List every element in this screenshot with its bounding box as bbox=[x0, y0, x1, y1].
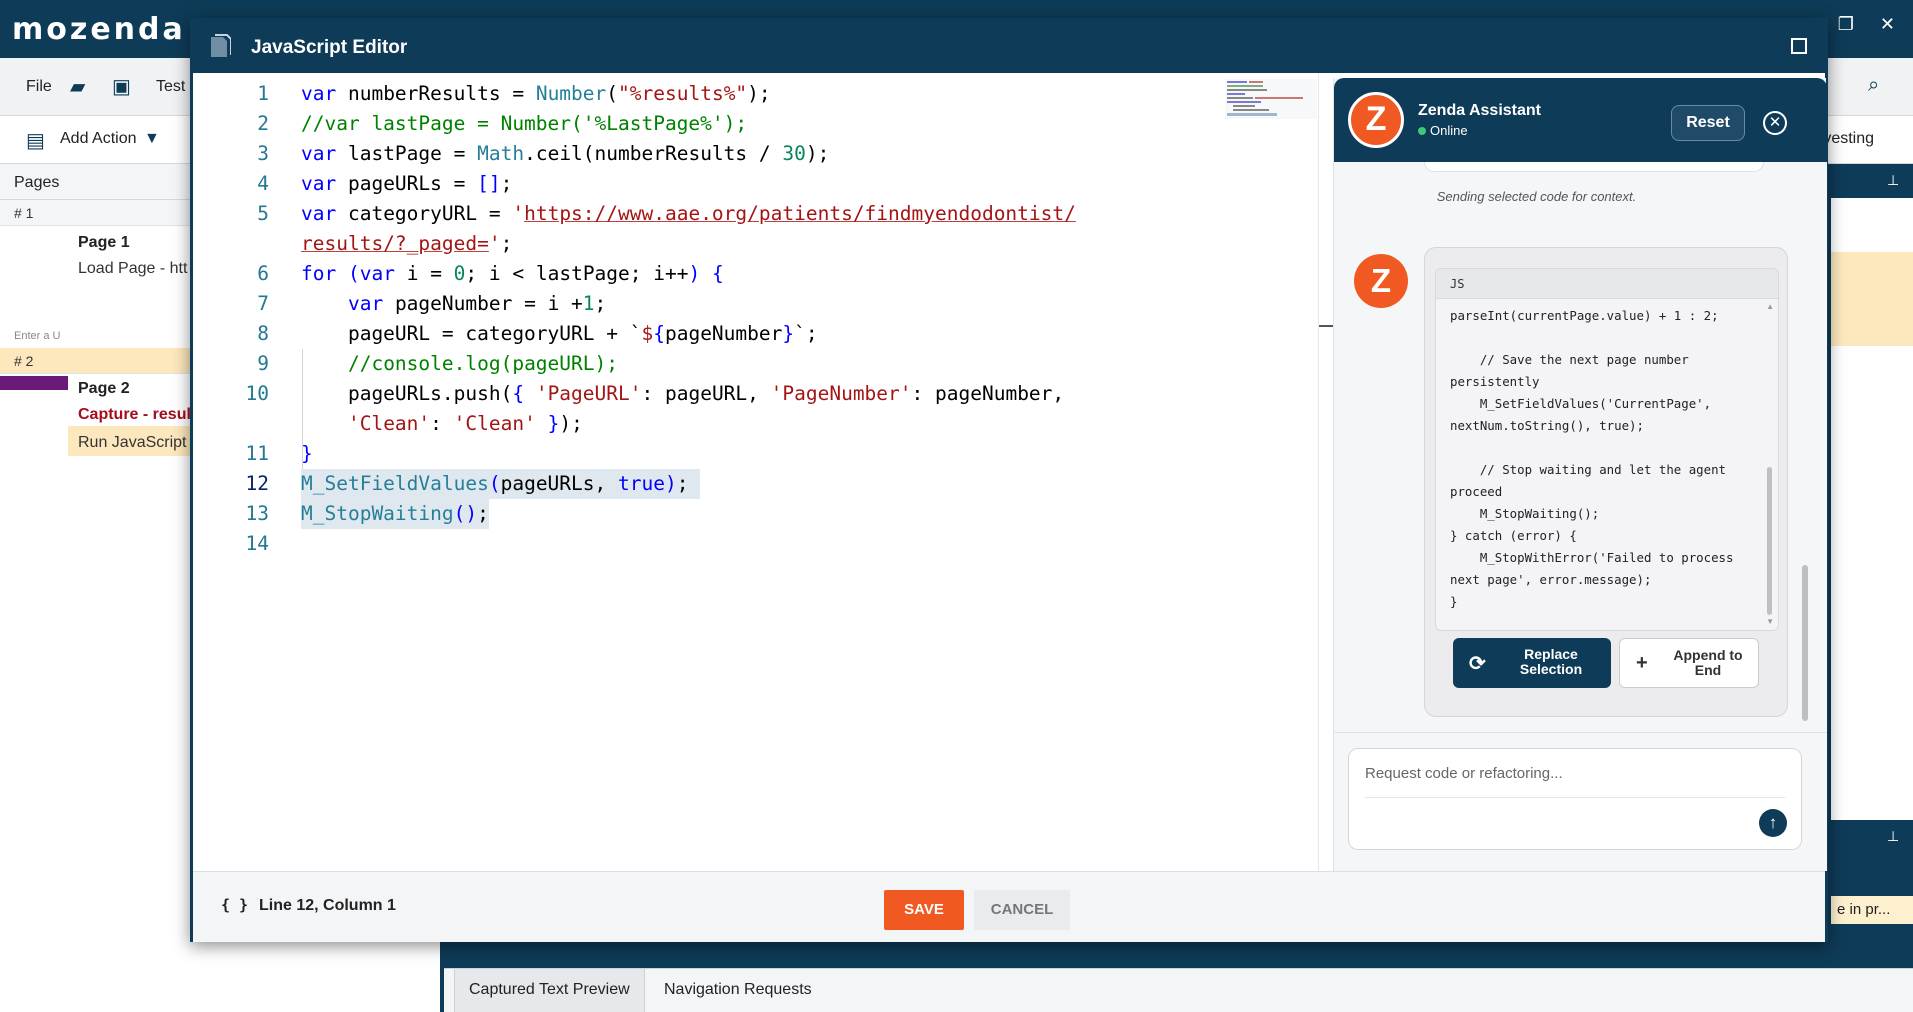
capture-action[interactable]: Capture - resul bbox=[78, 406, 191, 424]
page-action[interactable]: Load Page - htt bbox=[78, 260, 187, 278]
code-line-wrap[interactable]: results/?_paged='; bbox=[193, 229, 1293, 259]
code-line[interactable]: 9 //console.log(pageURL); bbox=[193, 349, 1293, 379]
online-status-dot bbox=[1418, 127, 1426, 135]
assistant-avatar: Z bbox=[1348, 92, 1404, 148]
editor-divider bbox=[1318, 73, 1319, 871]
assistant-message-bubble: JS parseInt(currentPage.value) + 1 : 2; … bbox=[1424, 247, 1788, 717]
add-action-button[interactable]: Add Action bbox=[60, 130, 137, 148]
code-line[interactable]: 11} bbox=[193, 439, 1293, 469]
add-action-icon: ▤ bbox=[26, 130, 45, 152]
code-lines[interactable]: 1 var numberResults = Number("%results%")… bbox=[193, 79, 1293, 559]
code-line[interactable]: 1 var numberResults = Number("%results%")… bbox=[193, 79, 1293, 109]
replace-selection-button[interactable]: ⟳ Replace Selection bbox=[1453, 638, 1611, 688]
assistant-scroll-thumb[interactable] bbox=[1802, 565, 1808, 721]
code-line[interactable]: 3 var lastPage = Math.ceil(numberResults … bbox=[193, 139, 1293, 169]
braces-icon: { } bbox=[221, 896, 249, 914]
snippet-scroll-thumb[interactable] bbox=[1767, 467, 1772, 615]
replace-selection-label: Replace Selection bbox=[1519, 646, 1583, 677]
dropdown-arrow-icon[interactable]: ▼ bbox=[144, 130, 160, 148]
menu-test[interactable]: Test bbox=[156, 78, 185, 96]
code-line[interactable]: 4 var pageURLs = []; bbox=[193, 169, 1293, 199]
scroll-down-icon[interactable]: ▼ bbox=[1766, 617, 1774, 626]
restore-icon[interactable]: ❐ bbox=[1838, 14, 1854, 35]
close-icon[interactable]: ✕ bbox=[1763, 111, 1787, 135]
pin-icon[interactable]: ⊥ bbox=[1831, 820, 1913, 854]
dialog-title: JavaScript Editor bbox=[251, 37, 408, 58]
code-snippet[interactable]: parseInt(currentPage.value) + 1 : 2; // … bbox=[1450, 305, 1760, 613]
page-title[interactable]: Page 1 bbox=[78, 234, 130, 252]
tab-navigation-requests[interactable]: Navigation Requests bbox=[650, 969, 826, 1012]
assistant-messages[interactable]: Sending selected code for context. Z JS … bbox=[1334, 162, 1827, 732]
code-suggestion-card[interactable]: JS parseInt(currentPage.value) + 1 : 2; … bbox=[1435, 268, 1779, 631]
dialog-titlebar: JavaScript Editor bbox=[193, 21, 1825, 73]
reset-button[interactable]: Reset bbox=[1671, 105, 1745, 141]
code-line[interactable]: 7 var pageNumber = i +1; bbox=[193, 289, 1293, 319]
input-divider bbox=[1365, 797, 1785, 798]
message-avatar: Z bbox=[1354, 254, 1408, 308]
code-line[interactable]: 14 bbox=[193, 529, 1293, 559]
append-to-end-label: Append to End bbox=[1673, 647, 1743, 678]
scroll-marker bbox=[1319, 325, 1333, 327]
right-snippet: e in pr... bbox=[1831, 896, 1913, 924]
tab-captured-text-preview[interactable]: Captured Text Preview bbox=[454, 969, 645, 1012]
request-input[interactable]: Request code or refactoring... ↑ bbox=[1348, 748, 1802, 850]
code-line[interactable]: 8 pageURL = categoryURL + `${pageNumber}… bbox=[193, 319, 1293, 349]
code-line[interactable]: 5 var categoryURL = 'https://www.aae.org/… bbox=[193, 199, 1293, 229]
window-controls: ❐ ✕ bbox=[1838, 14, 1895, 35]
save-icon[interactable]: ▣ bbox=[112, 74, 131, 99]
right-side-panel: ⊥ ⊥ bbox=[1831, 164, 1913, 854]
code-language-label: JS bbox=[1436, 269, 1778, 299]
code-line-wrap[interactable]: 'Clean': 'Clean' }); bbox=[193, 409, 1293, 439]
zenda-assistant-panel: Z Zenda Assistant Online Reset ✕ Sending… bbox=[1333, 78, 1827, 871]
run-javascript-action[interactable]: Run JavaScript bbox=[78, 434, 187, 452]
script-icon bbox=[211, 34, 231, 57]
code-line[interactable]: 6 for (var i = 0; i < lastPage; i++) { bbox=[193, 259, 1293, 289]
code-line[interactable]: 10 pageURLs.push({ 'PageURL': pageURL, '… bbox=[193, 379, 1293, 409]
save-button[interactable]: SAVE bbox=[884, 890, 964, 930]
bottom-tabs: Captured Text Preview Navigation Request… bbox=[444, 968, 1913, 1012]
code-line-selected[interactable]: 13 M_StopWaiting(); bbox=[193, 499, 1293, 529]
scroll-up-icon[interactable]: ▲ bbox=[1766, 302, 1774, 311]
code-minimap[interactable] bbox=[1225, 79, 1317, 119]
assistant-input-area: Request code or refactoring... ↑ bbox=[1334, 732, 1827, 871]
maximize-icon[interactable] bbox=[1791, 38, 1807, 54]
javascript-editor-dialog: JavaScript Editor 1 var numberResults = N… bbox=[190, 18, 1828, 942]
dialog-footer: { } Line 12, Column 1 SAVE CANCEL bbox=[193, 871, 1825, 942]
url-input-hint[interactable]: Enter a U bbox=[14, 330, 60, 342]
right-highlight bbox=[1831, 252, 1913, 346]
assistant-status: Online bbox=[1430, 123, 1468, 138]
app-logo: mozenda bbox=[12, 12, 186, 47]
code-line[interactable]: 2//var lastPage = Number('%LastPage%'); bbox=[193, 109, 1293, 139]
context-note: Sending selected code for context. bbox=[1436, 189, 1637, 204]
page-marker bbox=[0, 376, 68, 390]
send-arrow-icon[interactable]: ↑ bbox=[1759, 809, 1787, 837]
code-editor[interactable]: 1 var numberResults = Number("%results%")… bbox=[193, 73, 1318, 871]
search-icon[interactable]: ⌕ bbox=[1868, 74, 1879, 97]
pin-icon[interactable]: ⊥ bbox=[1831, 164, 1913, 198]
previous-message bbox=[1424, 162, 1764, 172]
plus-icon: + bbox=[1636, 652, 1648, 674]
page-title[interactable]: Page 2 bbox=[78, 380, 130, 398]
append-to-end-button[interactable]: + Append to End bbox=[1619, 638, 1759, 688]
refresh-icon: ⟳ bbox=[1469, 653, 1486, 675]
menu-file[interactable]: File bbox=[26, 78, 52, 96]
code-line-selected[interactable]: 12 M_SetFieldValues(pageURLs, true); bbox=[193, 469, 1293, 499]
cursor-position: Line 12, Column 1 bbox=[259, 897, 396, 914]
assistant-header: Z Zenda Assistant Online Reset ✕ bbox=[1334, 78, 1827, 162]
assistant-name: Zenda Assistant bbox=[1418, 102, 1541, 119]
folder-icon[interactable]: ▰ bbox=[70, 74, 85, 99]
request-input-placeholder: Request code or refactoring... bbox=[1365, 765, 1563, 782]
close-icon[interactable]: ✕ bbox=[1880, 14, 1895, 35]
cancel-button[interactable]: CANCEL bbox=[974, 890, 1070, 930]
